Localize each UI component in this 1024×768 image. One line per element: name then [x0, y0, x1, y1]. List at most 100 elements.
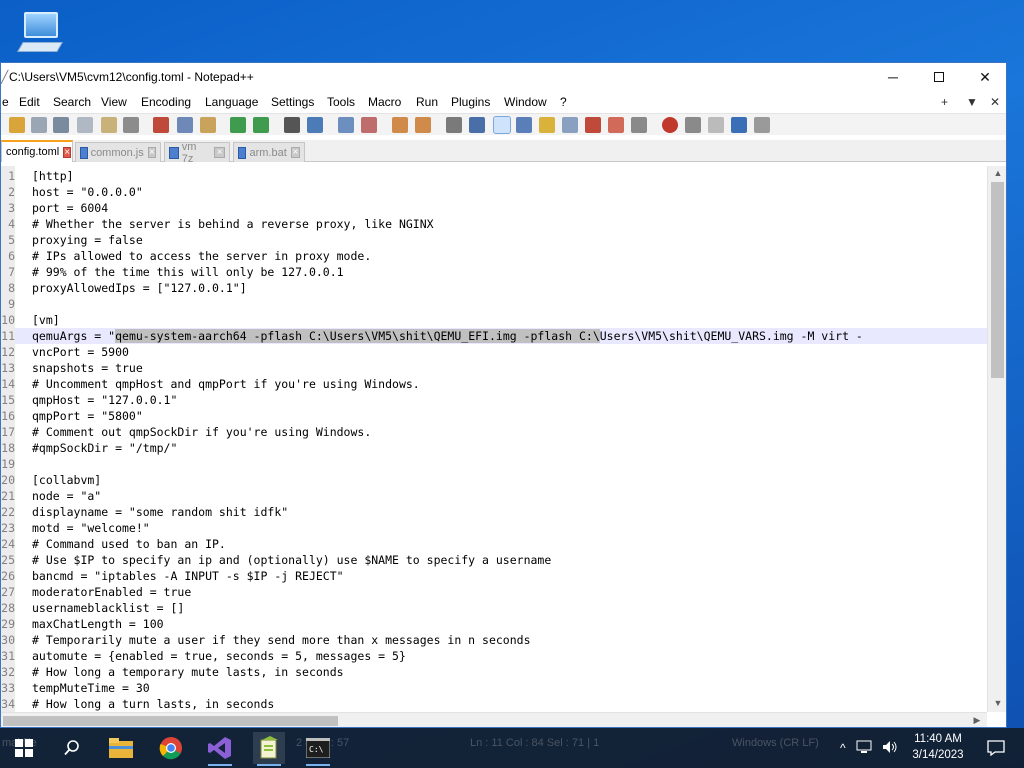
menu-run[interactable]: Run — [416, 95, 438, 109]
menu-language[interactable]: Language — [205, 95, 258, 109]
paste-icon[interactable] — [200, 117, 216, 133]
horizontal-scroll-thumb[interactable] — [3, 716, 338, 726]
code-line[interactable]: 18 #qmpSockDir = "/tmp/" — [1, 440, 987, 456]
notepad-plus-plus-icon[interactable] — [253, 732, 285, 766]
code-line[interactable]: 17 # Comment out qmpSockDir if you're usi… — [1, 424, 987, 440]
visual-studio-icon[interactable] — [204, 732, 236, 766]
code-line[interactable]: 13 snapshots = true — [1, 360, 987, 376]
volume-icon[interactable] — [882, 740, 898, 757]
scroll-down-icon[interactable]: ▼ — [988, 698, 1006, 708]
tab-arm-bat[interactable]: arm.bat × — [233, 142, 305, 162]
horizontal-scrollbar[interactable]: ▶ — [1, 712, 987, 727]
code-line[interactable]: 16 qmpPort = "5800" — [1, 408, 987, 424]
code-line[interactable]: 5 proxying = false — [1, 232, 987, 248]
code-line[interactable]: 1 [http] — [1, 168, 987, 184]
stop-macro-icon[interactable] — [685, 117, 701, 133]
code-line[interactable]: 2 host = "0.0.0.0" — [1, 184, 987, 200]
vertical-scrollbar[interactable]: ▲ ▼ — [987, 166, 1006, 712]
vertical-scroll-thumb[interactable] — [991, 182, 1004, 378]
code-line[interactable]: 4 # Whether the server is behind a revers… — [1, 216, 987, 232]
menu-edit[interactable]: Edit — [19, 95, 40, 109]
code-line[interactable]: 20 [collabvm] — [1, 472, 987, 488]
save-all-icon[interactable] — [77, 117, 93, 133]
code-line[interactable]: 8 proxyAllowedIps = ["127.0.0.1"] — [1, 280, 987, 296]
code-line[interactable]: 6 # IPs allowed to access the server in p… — [1, 248, 987, 264]
menu-help[interactable]: ? — [560, 95, 567, 109]
maximize-button[interactable] — [916, 63, 962, 91]
new-file-icon[interactable] — [9, 117, 25, 133]
code-line[interactable]: 7 # 99% of the time this will only be 127… — [1, 264, 987, 280]
title-bar[interactable]: ╱ C:\Users\VM5\cvm12\config.toml - Notep… — [1, 63, 1006, 91]
open-file-icon[interactable] — [31, 117, 47, 133]
file-explorer-icon[interactable] — [105, 732, 137, 764]
indent-guide-icon[interactable] — [493, 116, 511, 134]
code-line[interactable]: 15 qmpHost = "127.0.0.1" — [1, 392, 987, 408]
menu-settings[interactable]: Settings — [271, 95, 314, 109]
document-map-icon[interactable] — [539, 117, 555, 133]
notification-center-icon[interactable] — [980, 732, 1012, 764]
user-language-icon[interactable] — [516, 117, 532, 133]
close-button[interactable]: ✕ — [962, 63, 1006, 91]
new-tab-button[interactable]: + — [941, 95, 948, 109]
this-pc-desktop-icon[interactable] — [14, 8, 66, 58]
play-macro-icon[interactable] — [708, 117, 724, 133]
code-line[interactable]: 27 moderatorEnabled = true — [1, 584, 987, 600]
tab-common-js[interactable]: common.js × — [75, 142, 161, 162]
zoom-in-icon[interactable] — [338, 117, 354, 133]
tab-config-toml[interactable]: config.toml × — [1, 140, 73, 162]
code-line[interactable]: 19 — [1, 456, 987, 472]
minimize-button[interactable]: ─ — [870, 63, 916, 91]
code-line[interactable]: 29 maxChatLength = 100 — [1, 616, 987, 632]
save-macro-icon[interactable] — [754, 117, 770, 133]
print-icon[interactable] — [123, 117, 139, 133]
code-line[interactable]: 3 port = 6004 — [1, 200, 987, 216]
menu-macro[interactable]: Macro — [368, 95, 401, 109]
scroll-up-icon[interactable]: ▲ — [988, 168, 1006, 178]
record-macro-icon[interactable] — [662, 117, 678, 133]
code-line[interactable]: 22 displayname = "some random shit idfk" — [1, 504, 987, 520]
show-hidden-icons-icon[interactable]: ^ — [840, 741, 846, 755]
menu-search[interactable]: Search — [53, 95, 91, 109]
redo-icon[interactable] — [253, 117, 269, 133]
code-line[interactable]: 25 # Use $IP to specify an ip and (option… — [1, 552, 987, 568]
copy-icon[interactable] — [177, 117, 193, 133]
save-icon[interactable] — [53, 117, 69, 133]
sync-horizontal-icon[interactable] — [415, 117, 431, 133]
code-line[interactable]: 21 node = "a" — [1, 488, 987, 504]
tab-list-dropdown[interactable]: ▼ — [966, 95, 978, 109]
chrome-icon[interactable] — [155, 732, 187, 764]
code-line[interactable]: 11 qemuArgs = "qemu-system-aarch64 -pflas… — [1, 328, 987, 344]
undo-icon[interactable] — [230, 117, 246, 133]
menu-encoding[interactable]: Encoding — [141, 95, 191, 109]
close-tab-icon[interactable]: × — [63, 146, 72, 158]
replace-icon[interactable] — [307, 117, 323, 133]
folder-workspace-icon[interactable] — [585, 117, 601, 133]
code-line[interactable]: 9 — [1, 296, 987, 312]
code-line[interactable]: 26 bancmd = "iptables -A INPUT -s $IP -j … — [1, 568, 987, 584]
code-line[interactable]: 31 automute = {enabled = true, seconds = … — [1, 648, 987, 664]
close-tab-icon[interactable]: × — [290, 147, 300, 158]
find-icon[interactable] — [284, 117, 300, 133]
code-line[interactable]: 28 usernameblacklist = [] — [1, 600, 987, 616]
zoom-out-icon[interactable] — [361, 117, 377, 133]
word-wrap-icon[interactable] — [446, 117, 462, 133]
close-file-icon[interactable] — [101, 117, 117, 133]
code-line[interactable]: 10 [vm] — [1, 312, 987, 328]
search-icon[interactable] — [56, 732, 88, 764]
code-line[interactable]: 23 motd = "welcome!" — [1, 520, 987, 536]
code-line[interactable]: 14 # Uncomment qmpHost and qmpPort if you… — [1, 376, 987, 392]
windows-start-icon[interactable] — [8, 732, 40, 764]
code-line[interactable]: 33 tempMuteTime = 30 — [1, 680, 987, 696]
cut-icon[interactable] — [153, 117, 169, 133]
command-prompt-icon[interactable]: C:\ — [302, 732, 334, 766]
run-macro-multiple-icon[interactable] — [731, 117, 747, 133]
menu-window[interactable]: Window — [504, 95, 547, 109]
menu-file[interactable]: e — [2, 95, 9, 109]
close-tab-icon[interactable]: × — [214, 147, 225, 158]
close-document-button[interactable]: ✕ — [990, 95, 1000, 109]
code-line[interactable]: 12 vncPort = 5900 — [1, 344, 987, 360]
menu-tools[interactable]: Tools — [327, 95, 355, 109]
eye-icon[interactable] — [631, 117, 647, 133]
monitoring-icon[interactable] — [608, 117, 624, 133]
menu-plugins[interactable]: Plugins — [451, 95, 490, 109]
